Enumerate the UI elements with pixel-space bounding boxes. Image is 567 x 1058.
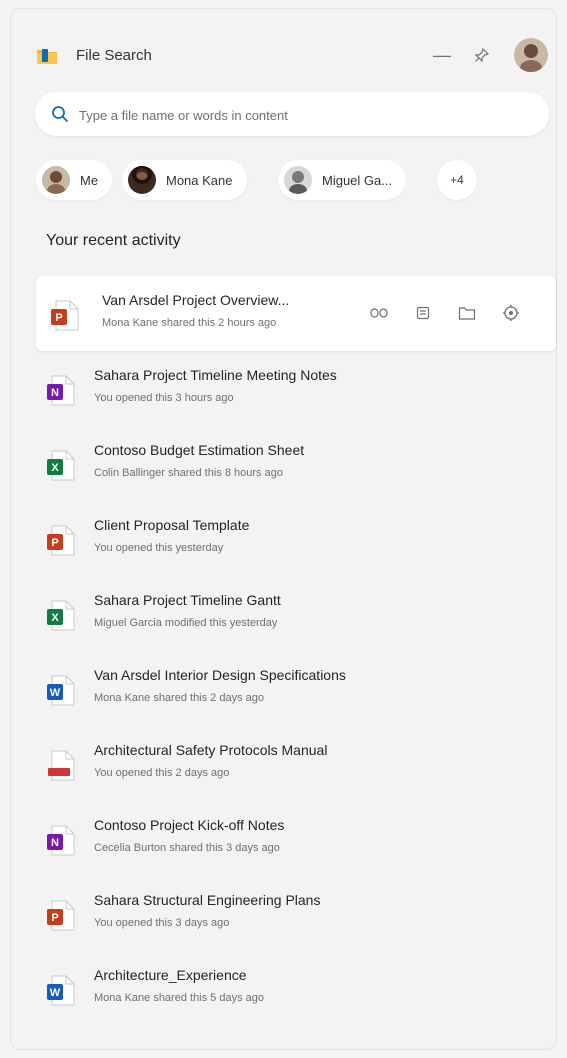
list-item[interactable]: Architectural Safety Protocols Manual Yo…: [36, 726, 556, 801]
list-item[interactable]: X Contoso Budget Estimation Sheet Colin …: [36, 426, 556, 501]
search-box[interactable]: [35, 92, 549, 136]
avatar: [284, 166, 312, 194]
svg-text:X: X: [51, 612, 59, 624]
word-file-icon: W: [47, 975, 75, 1006]
list-item[interactable]: N Sahara Project Timeline Meeting Notes …: [36, 351, 556, 426]
file-name: Architecture_Experience: [94, 967, 247, 983]
app-folder-icon: [37, 49, 57, 64]
list-item[interactable]: W Van Arsdel Interior Design Specificati…: [36, 651, 556, 726]
file-activity: You opened this yesterday: [94, 542, 224, 554]
file-activity: Mona Kane shared this 2 days ago: [94, 692, 265, 704]
excel-file-icon: X: [47, 450, 75, 481]
list-item[interactable]: P Sahara Structural Engineering Plans Yo…: [36, 876, 556, 951]
user-avatar[interactable]: [514, 38, 548, 72]
file-name: Contoso Project Kick-off Notes: [94, 817, 285, 833]
minimize-icon: —: [433, 44, 451, 65]
share-button[interactable]: [368, 302, 390, 324]
list-item[interactable]: N Contoso Project Kick-off Notes Cecelia…: [36, 801, 556, 876]
search-input[interactable]: [77, 103, 531, 127]
file-activity: Miguel Garcia modified this yesterday: [94, 617, 278, 629]
word-file-icon: W: [47, 675, 75, 706]
open-folder-button[interactable]: [456, 302, 478, 324]
more-people-button[interactable]: +4: [437, 160, 477, 200]
svg-text:X: X: [51, 462, 59, 474]
file-name: Sahara Structural Engineering Plans: [94, 892, 321, 908]
person-chip-mona-kane[interactable]: Mona Kane: [122, 160, 247, 200]
list-item[interactable]: W Architecture_Experience Mona Kane shar…: [36, 951, 556, 1026]
list-item[interactable]: P Client Proposal Template You opened th…: [36, 501, 556, 576]
person-chip-label: Miguel Ga...: [322, 172, 393, 188]
app-title: File Search: [76, 47, 152, 64]
file-name: Sahara Project Timeline Meeting Notes: [94, 367, 337, 383]
excel-file-icon: X: [47, 600, 75, 631]
file-activity: Cecelia Burton shared this 3 days ago: [94, 842, 280, 854]
person-chip-label: Mona Kane: [166, 172, 233, 188]
powerpoint-file-icon: P: [51, 300, 79, 331]
open-folder-icon: [458, 307, 476, 320]
svg-text:W: W: [50, 687, 61, 699]
file-name: Van Arsdel Interior Design Specification…: [94, 667, 346, 683]
powerpoint-file-icon: P: [47, 900, 75, 931]
person-chip-me[interactable]: Me: [36, 160, 113, 200]
minimize-button[interactable]: —: [428, 40, 456, 70]
file-name: Contoso Budget Estimation Sheet: [94, 442, 305, 458]
file-name: Architectural Safety Protocols Manual: [94, 742, 328, 758]
search-icon: [52, 106, 68, 122]
file-activity: You opened this 3 days ago: [94, 917, 230, 929]
header: File Search —: [36, 38, 567, 72]
svg-text:N: N: [51, 837, 59, 849]
list-item[interactable]: P Van Arsdel Project Overview... Mona Ka…: [36, 276, 556, 351]
more-options-icon: [503, 305, 519, 321]
file-name: Sahara Project Timeline Gantt: [94, 592, 281, 608]
more-people-label: +4: [450, 173, 464, 187]
share-icon: [370, 308, 388, 318]
file-name: Van Arsdel Project Overview...: [102, 292, 290, 308]
pdf-file-icon: [48, 750, 75, 781]
file-name: Client Proposal Template: [94, 517, 250, 533]
avatar: [128, 166, 156, 194]
file-activity: Mona Kane shared this 2 hours ago: [102, 317, 277, 329]
person-chip-label: Me: [80, 172, 99, 188]
pin-button[interactable]: [468, 40, 496, 70]
more-options-button[interactable]: [500, 302, 522, 324]
list-item[interactable]: X Sahara Project Timeline Gantt Miguel G…: [36, 576, 556, 651]
onenote-file-icon: N: [47, 825, 75, 856]
powerpoint-file-icon: P: [47, 525, 75, 556]
file-activity: Colin Ballinger shared this 8 hours ago: [94, 467, 283, 479]
recent-file-list: P Van Arsdel Project Overview... Mona Ka…: [36, 276, 556, 1026]
file-activity: You opened this 2 days ago: [94, 767, 230, 779]
copy-link-button[interactable]: [412, 302, 434, 324]
svg-text:P: P: [51, 537, 58, 549]
person-chip-miguel[interactable]: Miguel Ga...: [278, 160, 407, 200]
svg-text:W: W: [50, 987, 61, 999]
pin-icon: [474, 47, 490, 63]
section-title: Your recent activity: [46, 232, 181, 249]
onenote-file-icon: N: [47, 375, 75, 406]
file-activity: Mona Kane shared this 5 days ago: [94, 992, 265, 1004]
copy-link-icon: [416, 306, 430, 320]
svg-text:N: N: [51, 387, 59, 399]
file-activity: You opened this 3 hours ago: [94, 392, 234, 404]
svg-text:P: P: [55, 312, 62, 324]
avatar: [42, 166, 70, 194]
svg-text:P: P: [51, 912, 58, 924]
